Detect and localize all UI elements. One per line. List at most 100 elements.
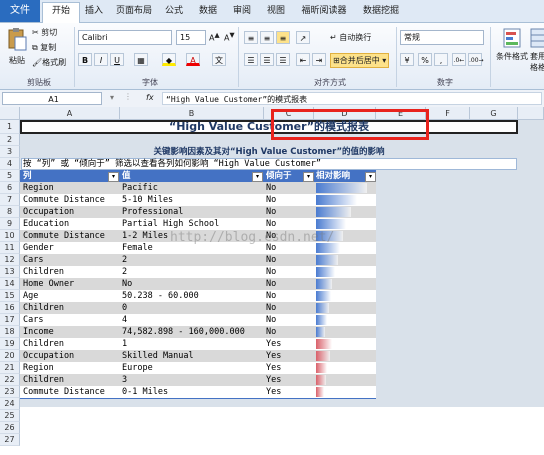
italic-button[interactable]: I xyxy=(94,53,108,66)
percent-button[interactable]: % xyxy=(418,53,432,66)
align-top-icon[interactable]: ≡ xyxy=(244,31,258,44)
ribbon-separator xyxy=(396,27,397,87)
underline-button[interactable]: U xyxy=(110,53,124,66)
format-painter-button[interactable]: 🖌格式刷 xyxy=(32,57,66,68)
row-header[interactable]: 1 xyxy=(0,120,20,134)
row-header[interactable]: 23 xyxy=(0,386,20,398)
row-header[interactable]: 7 xyxy=(0,194,20,206)
font-name-select[interactable]: Calibri xyxy=(78,30,172,45)
row-header[interactable]: 11 xyxy=(0,242,20,254)
tab-data-mining[interactable]: 数据挖掘 xyxy=(356,3,406,20)
row-header[interactable]: 17 xyxy=(0,314,20,326)
column-header-a[interactable]: A xyxy=(20,107,120,120)
cell-column: Children xyxy=(23,303,64,313)
column-header-b[interactable]: B xyxy=(120,107,264,120)
cut-button[interactable]: ✂ 剪切 xyxy=(32,27,57,38)
name-box[interactable]: A1 xyxy=(2,92,102,105)
row-header[interactable]: 20 xyxy=(0,350,20,362)
row-header[interactable]: 4 xyxy=(0,158,20,170)
decrease-indent-icon[interactable]: ⇤ xyxy=(296,53,310,66)
tab-page-layout[interactable]: 页面布局 xyxy=(112,3,156,20)
row-header[interactable]: 5 xyxy=(0,170,20,182)
cell-value: Skilled Manual xyxy=(122,351,194,361)
align-bottom-icon[interactable]: ≡ xyxy=(276,31,290,44)
filter-dropdown-icon[interactable]: ▾ xyxy=(365,172,376,182)
insert-function-button[interactable]: fx xyxy=(146,93,154,102)
font-grow-icon[interactable]: A▲ xyxy=(209,31,220,43)
ribbon: 粘贴 ✂ 剪切 ⧉ 复制 🖌格式刷 剪贴板 Calibri 15 A▲ A▼ B… xyxy=(0,23,544,90)
column-header-f[interactable]: F xyxy=(426,107,470,120)
copy-button[interactable]: ⧉ 复制 xyxy=(32,42,56,53)
increase-indent-icon[interactable]: ⇥ xyxy=(312,53,326,66)
increase-decimal-icon[interactable]: .0← xyxy=(452,53,466,66)
tab-insert[interactable]: 插入 xyxy=(80,3,108,20)
filter-dropdown-icon[interactable]: ▾ xyxy=(303,172,314,182)
formula-input[interactable]: “High Value Customer”的模式报表 xyxy=(162,92,542,105)
paste-button[interactable]: 粘贴 xyxy=(4,27,30,66)
tab-review[interactable]: 审阅 xyxy=(228,3,256,20)
row-header[interactable]: 27 xyxy=(0,434,20,446)
row-header[interactable]: 26 xyxy=(0,422,20,434)
cut-label: 剪切 xyxy=(41,28,58,37)
cell-value: 2 xyxy=(122,267,128,277)
row-header[interactable]: 13 xyxy=(0,266,20,278)
number-format-select[interactable]: 常规 xyxy=(400,30,484,45)
row-header[interactable]: 8 xyxy=(0,206,20,218)
tab-home[interactable]: 开始 xyxy=(42,2,80,23)
align-center-icon[interactable]: ☰ xyxy=(260,53,274,66)
column-header-g[interactable]: G xyxy=(470,107,518,120)
tab-foxit-reader[interactable]: 福昕阅读器 xyxy=(296,3,352,20)
row-header[interactable]: 21 xyxy=(0,362,20,374)
row-header[interactable]: 10 xyxy=(0,230,20,242)
filter-dropdown-icon[interactable]: ▾ xyxy=(108,172,119,182)
row-header[interactable]: 16 xyxy=(0,302,20,314)
row-header[interactable]: 2 xyxy=(0,134,20,146)
row-header[interactable]: 19 xyxy=(0,338,20,350)
tab-view[interactable]: 视图 xyxy=(262,3,290,20)
select-all-corner[interactable] xyxy=(0,107,20,120)
impact-bar xyxy=(316,279,332,289)
ribbon-separator xyxy=(74,27,75,87)
merge-center-button[interactable]: ⊞合并后居中 ▾ xyxy=(330,53,390,68)
format-as-table-button[interactable]: 套用表格格式 xyxy=(530,27,544,73)
row-header[interactable]: 12 xyxy=(0,254,20,266)
filter-dropdown-icon[interactable]: ▾ xyxy=(252,172,263,182)
align-right-icon[interactable]: ☰ xyxy=(276,53,290,66)
row-header[interactable]: 15 xyxy=(0,290,20,302)
column-header-h[interactable] xyxy=(518,107,544,120)
fill-color-icon[interactable]: ◆ xyxy=(162,53,176,66)
row-header[interactable]: 24 xyxy=(0,398,20,410)
row-header[interactable]: 9 xyxy=(0,218,20,230)
align-left-icon[interactable]: ☰ xyxy=(244,53,258,66)
font-color-button[interactable]: A xyxy=(186,53,200,66)
borders-icon[interactable]: ▦ xyxy=(134,53,148,66)
font-shrink-icon[interactable]: A▼ xyxy=(224,31,235,43)
phonetic-icon[interactable]: 文 xyxy=(212,53,226,66)
orientation-icon[interactable]: ↗ xyxy=(296,31,310,44)
row-header[interactable]: 25 xyxy=(0,410,20,422)
tab-file[interactable]: 文件 xyxy=(0,0,40,22)
report-title: “High Value Customer”的模式报表 xyxy=(168,120,369,133)
currency-icon[interactable]: ¥ xyxy=(400,53,414,66)
format-as-table-label: 套用表格格式 xyxy=(530,52,544,72)
wrap-text-button[interactable]: ↵ 自动换行 xyxy=(330,32,371,43)
row-header[interactable]: 6 xyxy=(0,182,20,194)
tab-data[interactable]: 数据 xyxy=(194,3,222,20)
conditional-format-icon xyxy=(503,28,521,48)
bold-button[interactable]: B xyxy=(78,53,92,66)
font-size-select[interactable]: 15 xyxy=(176,30,206,45)
row-header[interactable]: 3 xyxy=(0,146,20,158)
row-header[interactable]: 22 xyxy=(0,374,20,386)
align-middle-icon[interactable]: ≡ xyxy=(260,31,274,44)
name-box-dropdown-icon[interactable]: ▾ xyxy=(110,93,114,102)
table-bottom-border xyxy=(20,398,376,399)
conditional-format-button[interactable]: 条件格式 xyxy=(494,27,530,62)
row-header[interactable]: 14 xyxy=(0,278,20,290)
row-header[interactable]: 18 xyxy=(0,326,20,338)
alignment-group-label: 对齐方式 xyxy=(314,78,346,87)
cell-value: 50.238 - 60.000 xyxy=(122,291,199,301)
tab-formulas[interactable]: 公式 xyxy=(160,3,188,20)
cell-column: Commute Distance xyxy=(23,195,105,205)
decrease-decimal-icon[interactable]: .00→ xyxy=(468,53,484,66)
comma-button[interactable]: , xyxy=(434,53,448,66)
